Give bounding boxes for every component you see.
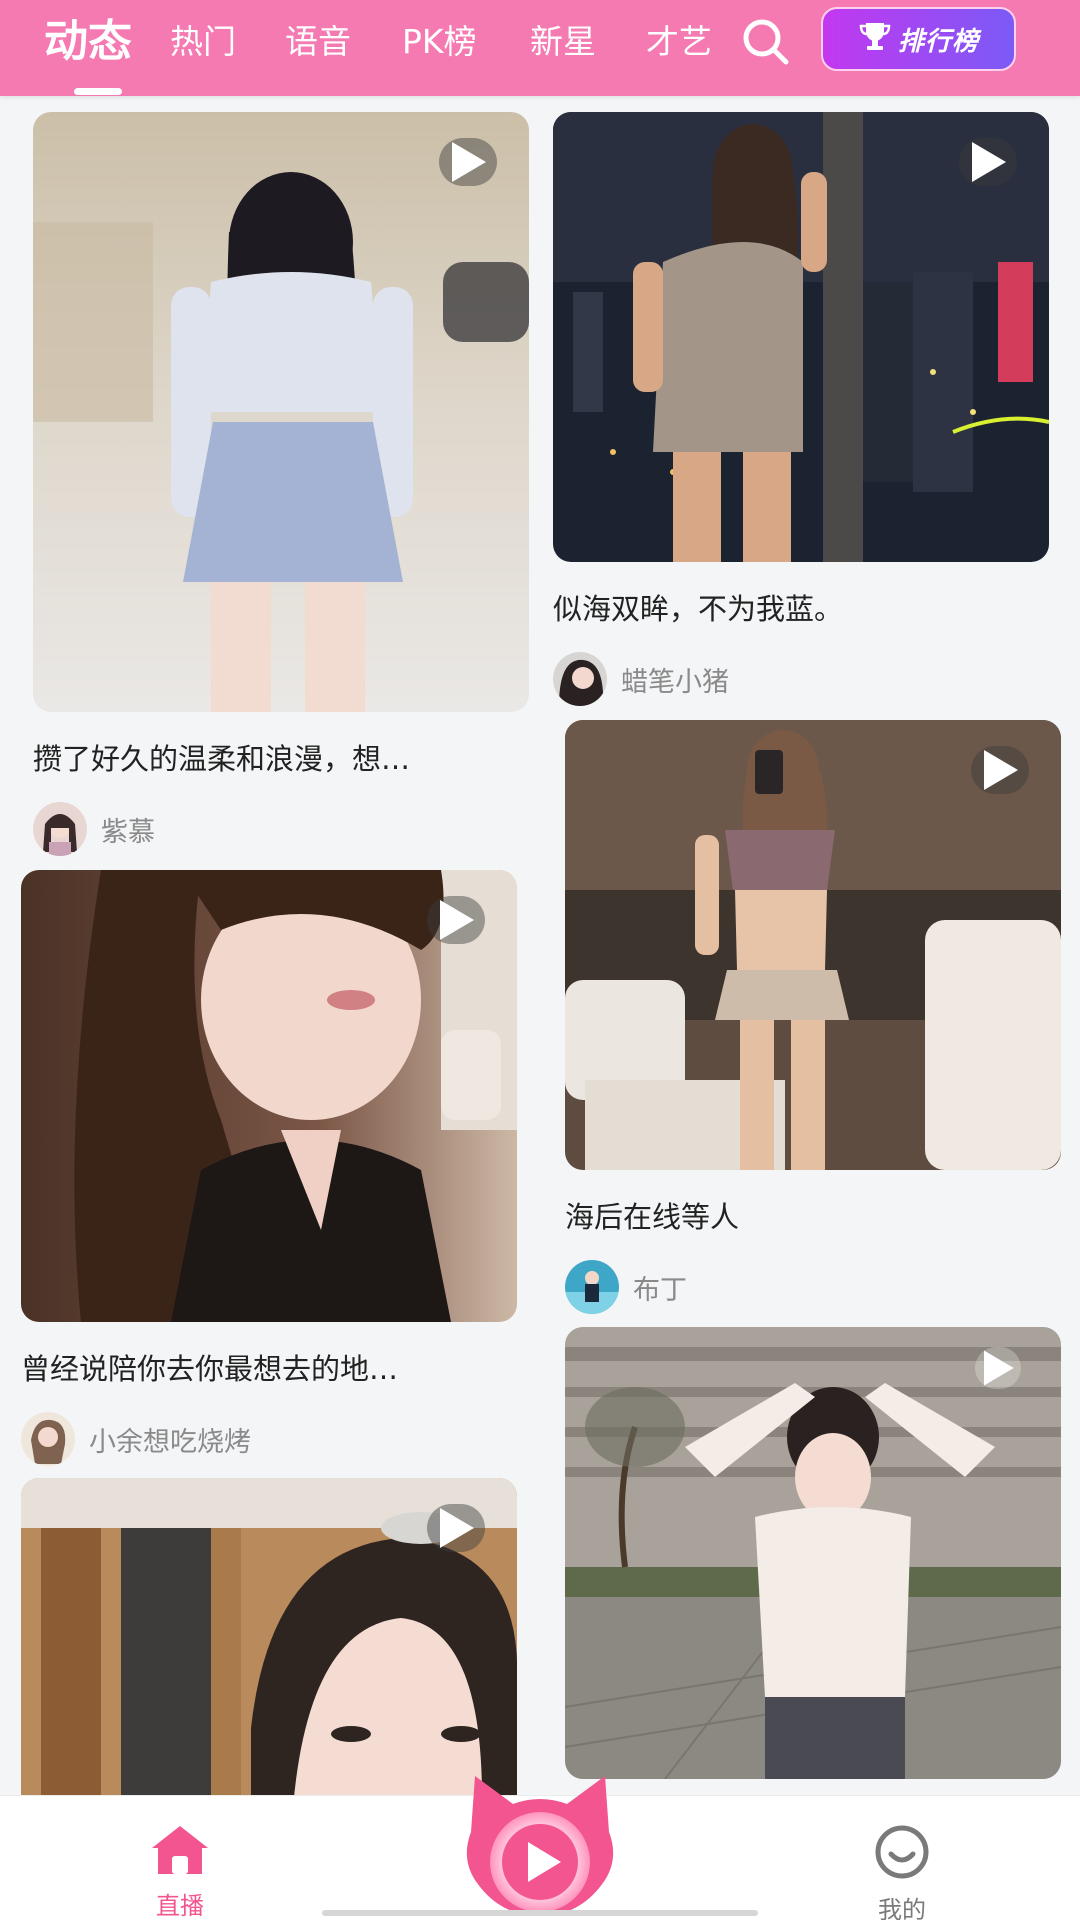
active-tab-indicator: [74, 88, 122, 95]
video-thumbnail[interactable]: [33, 112, 529, 712]
center-play-button[interactable]: [455, 1768, 625, 1918]
video-thumbnail[interactable]: [565, 1327, 1061, 1779]
play-icon: [959, 138, 1017, 186]
author-name: 紫慕: [101, 816, 155, 848]
post-author[interactable]: 布丁: [565, 1260, 687, 1314]
nav-mine[interactable]: 我的: [832, 1796, 972, 1920]
tab-voice[interactable]: 语音: [285, 0, 351, 84]
feed-card[interactable]: 攒了好久的温柔和浪漫，想… 紫慕: [33, 112, 529, 856]
top-tab-bar: 动态 热门 语音 PK榜 新星 才艺 排行榜: [0, 0, 1080, 96]
post-author[interactable]: 蜡笔小猪: [553, 652, 729, 706]
post-author[interactable]: 小余想吃烧烤: [21, 1412, 251, 1466]
rank-button-label: 排行榜: [897, 26, 979, 57]
post-caption: 曾经说陪你去你最想去的地…: [21, 1352, 399, 1386]
nav-mine-label: 我的: [878, 1896, 926, 1920]
video-thumbnail[interactable]: [21, 1478, 517, 1838]
nav-live-label: 直播: [156, 1892, 204, 1920]
tab-dongtai[interactable]: 动态: [44, 0, 132, 84]
post-caption: 攒了好久的温柔和浪漫，想…: [33, 742, 411, 776]
video-thumbnail[interactable]: [21, 870, 517, 1322]
feed-card[interactable]: 海后在线等人 布丁: [565, 720, 1061, 1314]
tab-hot[interactable]: 热门: [170, 0, 236, 84]
home-icon: [150, 1824, 210, 1880]
play-icon: [427, 1504, 485, 1552]
tab-talent[interactable]: 才艺: [646, 0, 712, 84]
play-icon: [439, 138, 497, 186]
home-indicator: [322, 1910, 758, 1916]
author-name: 小余想吃烧烤: [89, 1426, 251, 1458]
trophy-icon: [858, 19, 892, 60]
play-icon: [975, 1347, 1021, 1389]
avatar: [553, 652, 607, 706]
author-name: 蜡笔小猪: [621, 666, 729, 698]
play-icon: [971, 746, 1029, 794]
search-icon[interactable]: [738, 14, 794, 70]
avatar: [21, 1412, 75, 1466]
post-caption: 海后在线等人: [565, 1200, 740, 1234]
feed-card[interactable]: [565, 1327, 1061, 1779]
video-thumbnail[interactable]: [553, 112, 1049, 562]
feed-card[interactable]: 似海双眸，不为我蓝。 蜡笔小猪: [553, 112, 1049, 706]
feed-card[interactable]: 曾经说陪你去你最想去的地… 小余想吃烧烤: [21, 870, 517, 1466]
post-author[interactable]: 紫慕: [33, 802, 155, 856]
play-icon: [427, 896, 485, 944]
post-caption: 似海双眸，不为我蓝。: [553, 592, 844, 626]
feed-card[interactable]: [21, 1478, 517, 1838]
video-thumbnail[interactable]: [565, 720, 1061, 1170]
nav-live[interactable]: 直播: [110, 1796, 250, 1920]
avatar: [33, 802, 87, 856]
smile-icon: [874, 1824, 930, 1884]
avatar: [565, 1260, 619, 1314]
rank-button[interactable]: 排行榜: [821, 7, 1016, 71]
tab-new-star[interactable]: 新星: [530, 0, 596, 84]
author-name: 布丁: [633, 1274, 687, 1306]
tab-pk-rank[interactable]: PK榜: [402, 0, 477, 84]
